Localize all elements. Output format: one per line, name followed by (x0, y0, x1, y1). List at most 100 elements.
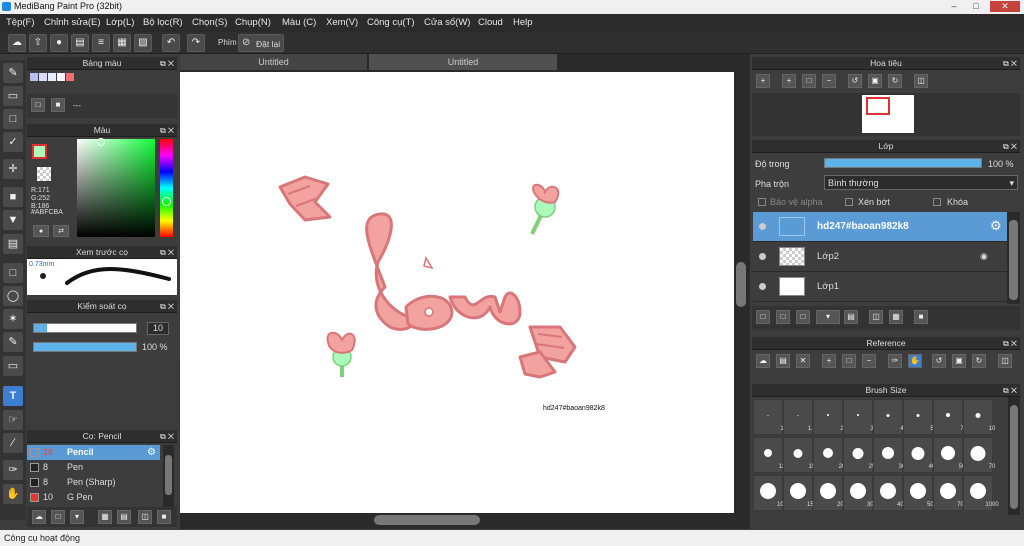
panel-controls-icon[interactable]: ⧉ ✕ (1003, 384, 1017, 397)
cloud-icon[interactable]: ☁ (756, 354, 770, 368)
menu-window[interactable]: Cửa sổ(W) (424, 17, 470, 28)
brush-size-option[interactable]: 20 (813, 437, 845, 473)
fill-rect-tool-icon[interactable]: ■ (3, 187, 23, 207)
brush-size-option[interactable]: 15 (783, 437, 815, 473)
gradient-tool-icon[interactable]: ▤ (3, 234, 23, 254)
scroll-thumb[interactable] (1009, 220, 1018, 300)
move-tool-icon[interactable]: ✛ (3, 159, 23, 179)
zoom-in-icon[interactable]: + (756, 74, 770, 88)
line-tool-icon[interactable]: ✓ (3, 132, 23, 152)
blend-mode-select[interactable]: Bình thường ▾ (824, 175, 1018, 190)
panel-controls-icon[interactable]: ⧉ ✕ (160, 430, 174, 443)
palette-swatch[interactable] (39, 73, 47, 81)
layer-opacity-slider[interactable] (824, 158, 982, 168)
brush-item-g-pen[interactable]: 10 G Pen (27, 490, 160, 505)
redo-icon[interactable]: ↷ (187, 34, 205, 52)
brush-size-value[interactable]: 10 (147, 322, 169, 335)
fit-icon[interactable]: □ (802, 74, 816, 88)
scroll-thumb[interactable] (165, 455, 172, 495)
brush-dropdown-icon[interactable]: ▾ (70, 510, 84, 524)
list-icon[interactable]: ≡ (92, 34, 110, 52)
magic-wand-tool-icon[interactable]: ✶ (3, 309, 23, 329)
select-eraser-tool-icon[interactable]: ▭ (3, 356, 23, 376)
tab-untitled-2[interactable]: Untitled (369, 54, 557, 70)
brush-size-option[interactable]: 1 (753, 399, 784, 435)
panel-controls-icon[interactable]: ⧉ ✕ (160, 124, 174, 137)
vertical-scrollbar[interactable] (734, 72, 748, 513)
drawing-canvas[interactable]: hd247#baoan982k8 (180, 72, 734, 513)
eye-icon[interactable] (759, 283, 766, 290)
eye-icon[interactable] (759, 223, 766, 230)
menu-tools[interactable]: Công cụ(T) (367, 17, 415, 28)
brush-size-option[interactable]: 700 (933, 475, 967, 511)
lock-checkbox[interactable] (933, 198, 941, 206)
protect-alpha-checkbox[interactable] (758, 198, 766, 206)
scroll-thumb[interactable] (736, 262, 746, 307)
eraser-tool-icon[interactable]: ▭ (3, 86, 23, 106)
brush-cloud-icon[interactable]: ☁ (32, 510, 46, 524)
tab-untitled-1[interactable]: Untitled (180, 54, 367, 70)
palette-swatch[interactable] (48, 73, 56, 81)
hue-cursor[interactable] (162, 197, 171, 206)
bucket-tool-icon[interactable]: ▼ (3, 210, 23, 230)
grid-icon[interactable]: ▧ (134, 34, 152, 52)
new-layer-icon[interactable]: □ (756, 310, 770, 324)
scroll-thumb[interactable] (374, 515, 480, 525)
zoom-in-icon[interactable]: + (822, 354, 836, 368)
brush-size-option[interactable]: 70 (963, 437, 995, 473)
zoom-out-icon[interactable]: − (862, 354, 876, 368)
brush-size-option[interactable]: 1.5 (783, 399, 816, 435)
document-icon[interactable]: ▤ (71, 34, 89, 52)
brush-size-option[interactable]: 3 (843, 399, 874, 435)
folder-open-icon[interactable]: ▤ (776, 354, 790, 368)
palette-swatch[interactable] (66, 73, 74, 81)
close-reference-icon[interactable]: ✕ (796, 354, 810, 368)
hue-slider[interactable] (160, 139, 173, 237)
scroll-thumb[interactable] (1010, 405, 1018, 509)
select-rect-tool-icon[interactable]: □ (3, 263, 23, 283)
eyedropper-icon[interactable]: ✑ (888, 354, 902, 368)
merge-layer-icon[interactable]: ▦ (889, 310, 903, 324)
rotate-left-icon[interactable]: ↺ (848, 74, 862, 88)
menu-layer[interactable]: Lớp(L) (106, 17, 134, 28)
grid-list-icon[interactable]: ▦ (113, 34, 131, 52)
fit-icon[interactable]: □ (842, 354, 856, 368)
brush-opacity-slider[interactable] (33, 342, 137, 352)
fit-window-icon[interactable]: ▣ (868, 74, 882, 88)
hand-tool-icon[interactable]: ✋ (3, 484, 23, 504)
restore-icon[interactable]: □ (966, 1, 986, 12)
cloud-icon[interactable]: ☁ (8, 34, 26, 52)
brush-list-scrollbar[interactable] (163, 445, 174, 507)
new-layer-8bit-icon[interactable]: □ (776, 310, 790, 324)
folder-icon[interactable]: ▤ (117, 510, 131, 524)
menu-select[interactable]: Chọn(S) (192, 17, 227, 28)
minimize-icon[interactable]: – (944, 1, 964, 12)
sv-cursor[interactable] (97, 138, 105, 146)
menu-file[interactable]: Tệp(F) (6, 17, 35, 28)
panel-controls-icon[interactable]: ⧉ ✕ (1003, 337, 1017, 350)
menu-cloud[interactable]: Cloud (478, 17, 503, 28)
layer-row-text[interactable]: hd247#baoan982k8 ⚙ (753, 212, 1007, 242)
delete-palette-icon[interactable]: ■ (51, 98, 65, 112)
brush-size-option[interactable]: 40 (903, 437, 935, 473)
brush-size-option[interactable]: 7 (933, 399, 964, 435)
hand-icon[interactable]: ✋ (908, 354, 922, 368)
layer-row-2[interactable]: Lớp2 ◉ (753, 242, 1007, 272)
color-settings-icon[interactable]: ● (33, 225, 49, 237)
copy-brush-icon[interactable]: ◫ (138, 510, 152, 524)
palette-swatch[interactable] (30, 73, 38, 81)
brush-size-option[interactable]: 5 (903, 399, 934, 435)
brush-size-scrollbar[interactable] (1008, 397, 1020, 515)
brush-tool-icon[interactable]: ✎ (3, 63, 23, 83)
new-brush-icon[interactable]: □ (51, 510, 65, 524)
zoom-out-icon[interactable]: − (822, 74, 836, 88)
divide-tool-icon[interactable]: ∕ (3, 433, 23, 453)
layer-type-dropdown-icon[interactable]: ▾ (816, 310, 840, 324)
brush-size-slider[interactable] (33, 323, 137, 333)
menu-capture[interactable]: Chụp(N) (235, 17, 271, 28)
panel-controls-icon[interactable]: ⧉ ✕ (160, 300, 174, 313)
brush-size-option[interactable]: 2 (813, 399, 844, 435)
flip-icon[interactable]: ◫ (914, 74, 928, 88)
layer-row-1[interactable]: Lớp1 (753, 272, 1007, 302)
panel-controls-icon[interactable]: ⧉ ✕ (160, 246, 174, 259)
